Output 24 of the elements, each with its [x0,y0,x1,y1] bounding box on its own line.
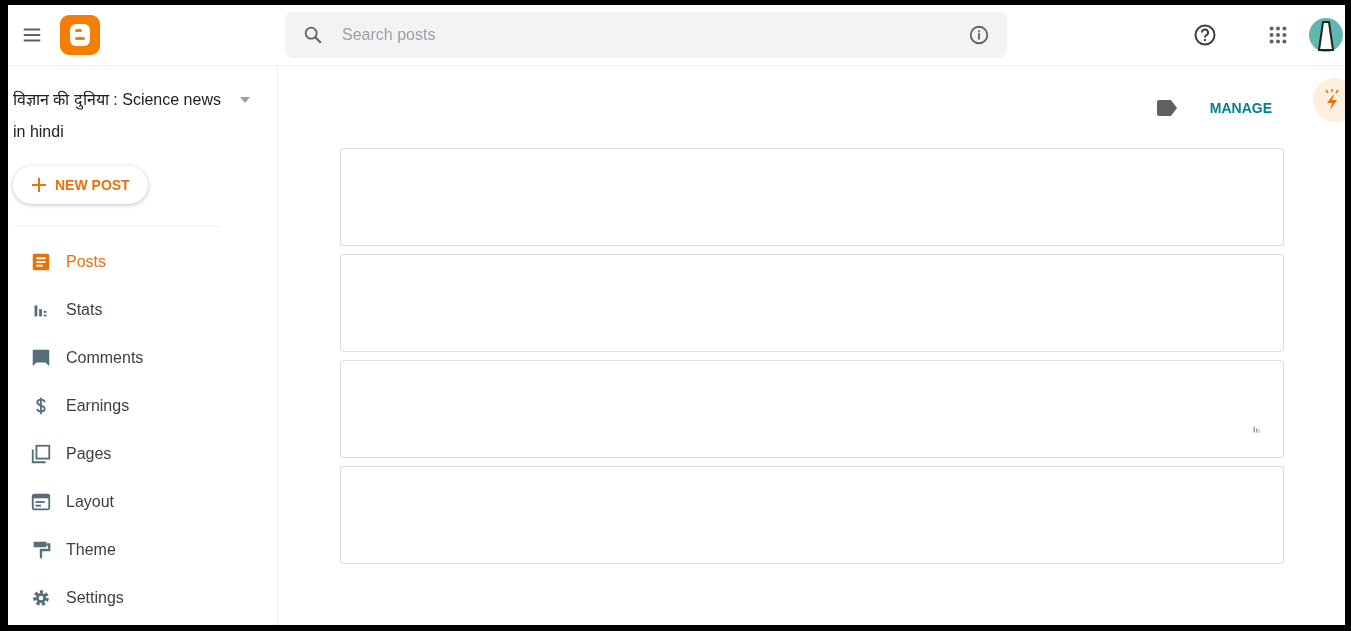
label-icon[interactable] [1155,100,1178,116]
nav-item[interactable]: Theme [8,526,116,574]
manage-button[interactable]: MANAGE [1203,94,1278,122]
search-field[interactable]: Search posts [340,25,951,45]
logo-icon[interactable] [60,15,100,55]
pages-icon [30,443,52,465]
search-bar[interactable]: Search posts [285,12,1007,58]
apps-grid-icon[interactable] [1267,24,1289,46]
info-icon[interactable] [968,24,990,46]
nav-item[interactable]: Pages [8,430,112,478]
nav-item[interactable]: Earnings [8,382,130,430]
nav-item[interactable]: Stats [8,286,103,334]
layout-icon [30,491,52,513]
plus-icon [31,177,47,193]
settings-icon [30,587,52,609]
blog-title[interactable]: विज्ञान की दुनिया : Science news in hindi [13,84,228,148]
search-icon [302,24,324,46]
nav-item[interactable]: Settings [8,574,124,622]
nav-item[interactable]: Layout [8,478,115,526]
lightning-badge[interactable] [1313,78,1345,122]
nav-item[interactable]: Comments [8,334,144,382]
avatar-icon[interactable] [1309,18,1343,52]
help-icon[interactable] [1193,23,1217,47]
posts-icon [30,251,52,273]
